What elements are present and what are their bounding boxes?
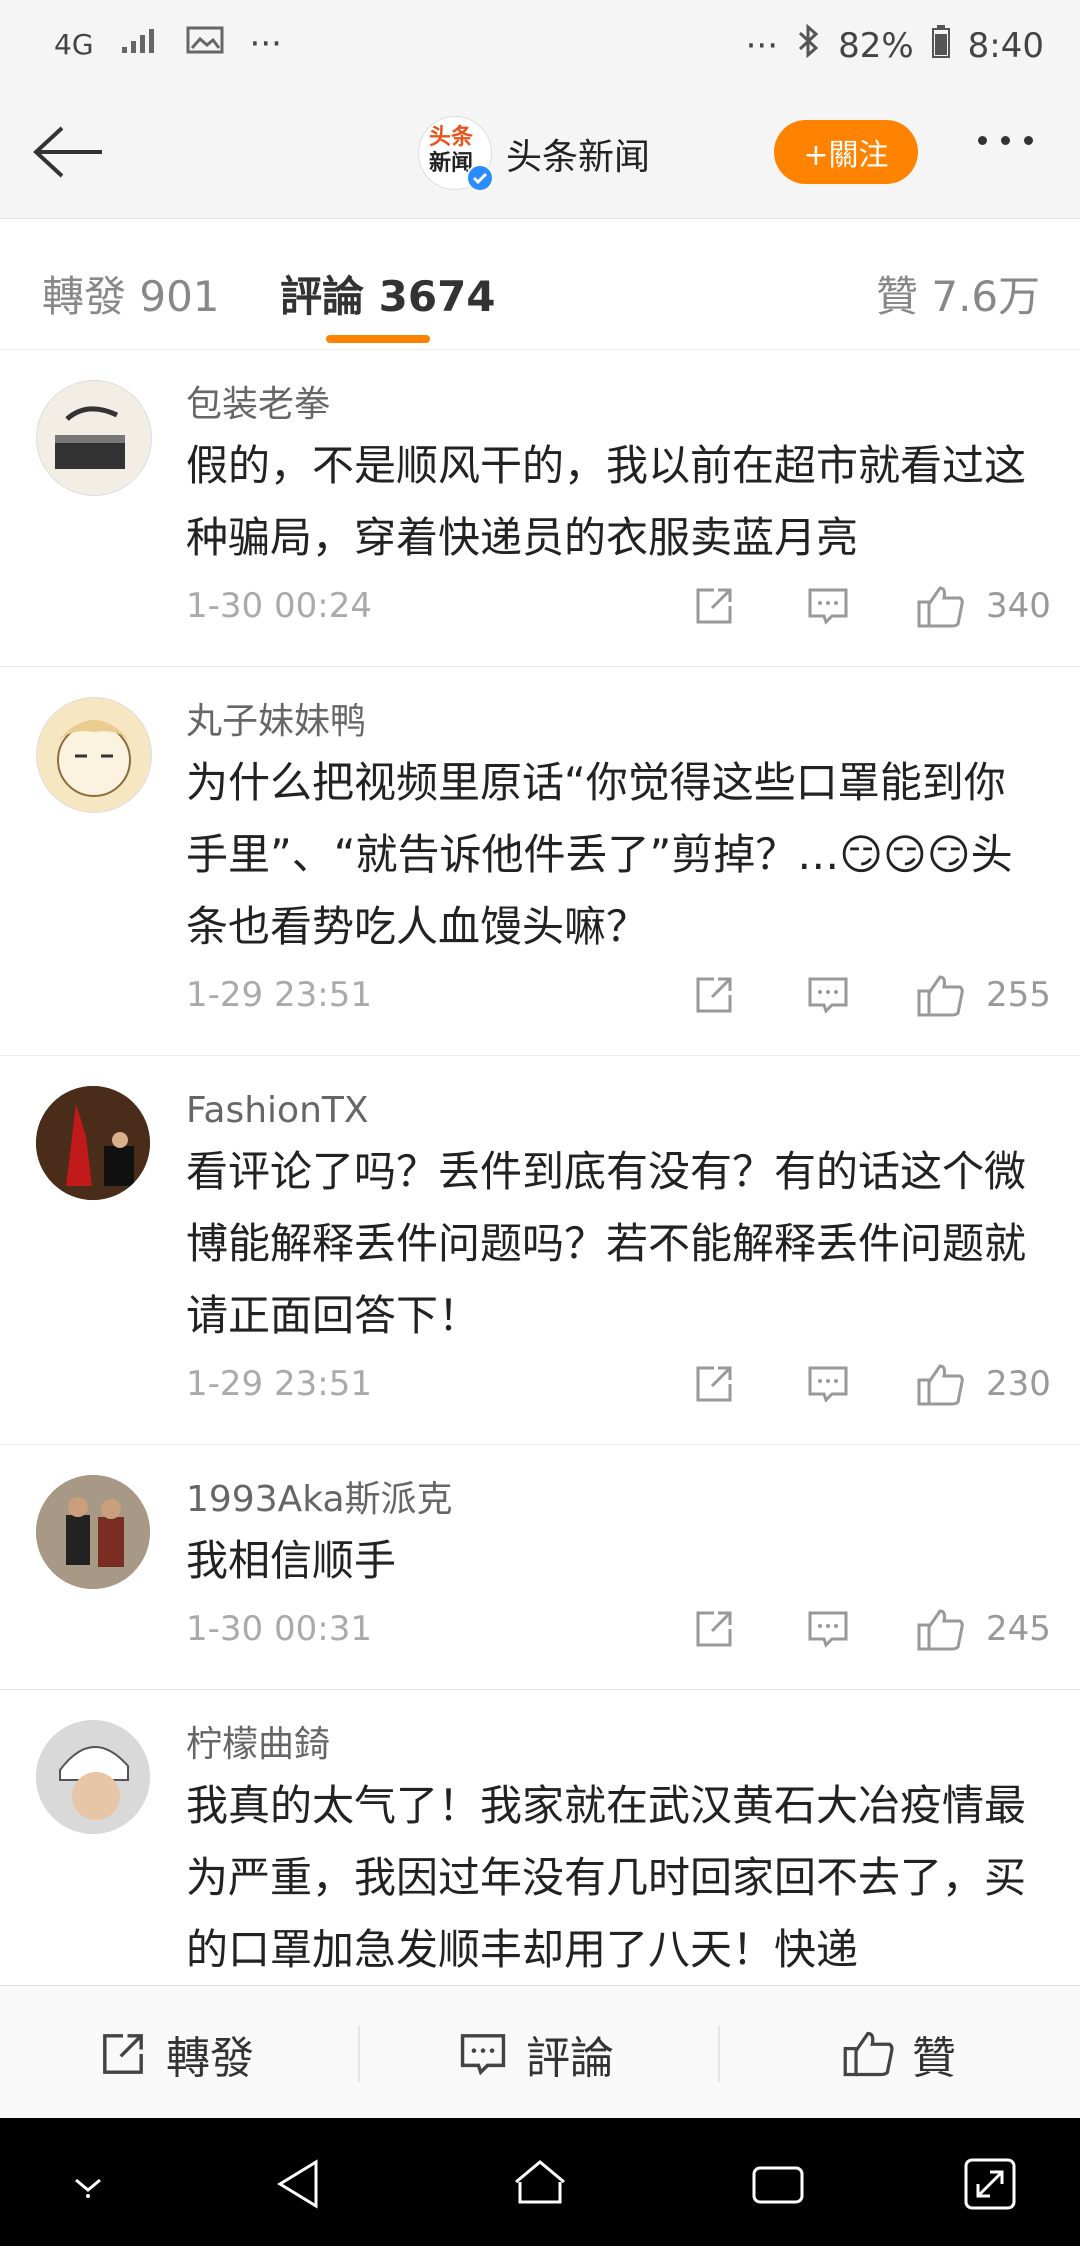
expand-icon (964, 2158, 1016, 2210)
like-count: 245 (986, 1609, 1051, 1649)
top-nav-bar: 头条 新闻 头条新闻 +關注 (0, 90, 1080, 219)
recents-nav-button[interactable] (748, 2154, 808, 2214)
rotate-screen-button[interactable] (960, 2154, 1020, 2214)
reply-icon[interactable] (806, 1607, 850, 1660)
recents-icon (752, 2166, 804, 2204)
status-bar: 4G ··· ··· 82% 8:40 (0, 0, 1080, 90)
comment-item: 包装老拳 假的，不是顺风干的，我以前在超市就看过这种骗局，穿着快递员的衣服卖蓝月… (0, 350, 1080, 667)
back-triangle-icon (277, 2159, 318, 2209)
home-icon (515, 2160, 565, 2204)
avatar[interactable] (36, 380, 152, 496)
share-icon[interactable] (692, 973, 736, 1026)
like-count: 340 (986, 586, 1051, 626)
avatar[interactable] (36, 1720, 150, 1834)
comment-time: 1-30 00:31 (186, 1609, 372, 1649)
account-name[interactable]: 头条新闻 (506, 128, 650, 180)
comment-button[interactable]: 評論 (456, 2022, 614, 2086)
network-indicator: 4G (54, 27, 94, 61)
comment-author[interactable]: 丸子妹妹鸭 (186, 697, 1080, 747)
comment-author[interactable]: FashionTX (186, 1086, 1080, 1136)
comment-text: 为什么把视频里原话“你觉得这些口罩能到你手里”、“就告诉他件丢了”剪掉？…😏😏😏… (186, 758, 1013, 951)
avatar[interactable] (36, 1086, 150, 1200)
system-navigation-bar (0, 2118, 1080, 2246)
bluetooth-icon (796, 23, 820, 67)
like-label: 贊 (912, 2033, 956, 2084)
share-icon[interactable] (692, 584, 736, 637)
hide-keyboard-button[interactable] (58, 2154, 118, 2214)
dot-icon (1001, 136, 1010, 145)
repost-button[interactable]: 轉發 (96, 2022, 254, 2086)
follow-button[interactable]: +關注 (774, 120, 918, 184)
thumbs-up-icon (843, 2031, 894, 2077)
divider (718, 2026, 720, 2082)
like-icon[interactable] (916, 1362, 966, 1417)
more-notifications: ··· (249, 24, 282, 64)
share-icon[interactable] (692, 1607, 736, 1660)
dot-icon (978, 136, 987, 145)
comment-time: 1-29 23:51 (186, 975, 372, 1015)
back-nav-button[interactable] (270, 2154, 330, 2214)
comment-author[interactable]: 柠檬曲錡 (186, 1720, 1080, 1770)
signal-icon (120, 24, 160, 64)
chevron-down-icon (75, 2178, 101, 2198)
back-button[interactable] (28, 120, 108, 184)
gallery-icon (186, 24, 224, 64)
comment-text: 假的，不是顺风干的，我以前在超市就看过这种骗局，穿着快递员的衣服卖蓝月亮 (186, 441, 1027, 562)
comment-item: 1993Aka斯派克 我相信顺手 1-30 00:31 245 (0, 1445, 1080, 1690)
verified-badge-icon (466, 164, 494, 192)
more-status-dots: ··· (745, 25, 779, 66)
tab-bar: 轉發 901 評論 3674 贊 7.6万 (0, 219, 1080, 350)
avatar[interactable] (36, 697, 152, 813)
back-arrow-icon (33, 126, 102, 178)
like-icon[interactable] (916, 1607, 966, 1662)
comment-time: 1-29 23:51 (186, 1364, 372, 1404)
comment-item: 丸子妹妹鸭 为什么把视频里原话“你觉得这些口罩能到你手里”、“就告诉他件丢了”剪… (0, 667, 1080, 1056)
share-icon[interactable] (692, 1362, 736, 1415)
comment-text: 我相信顺手 (186, 1536, 397, 1585)
reply-icon[interactable] (806, 584, 850, 637)
repost-label: 轉發 (166, 2033, 254, 2084)
share-icon (103, 2034, 143, 2074)
divider (358, 2026, 360, 2082)
more-options-button[interactable] (978, 136, 1033, 145)
active-tab-indicator (326, 335, 430, 343)
comment-icon (460, 2034, 506, 2076)
comment-item: 柠檬曲錡 我真的太气了！我家就在武汉黄石大冶疫情最为严重，我因过年没有几时回家回… (0, 1690, 1080, 1984)
comment-time: 1-30 00:24 (186, 586, 372, 626)
tab-comments[interactable]: 評論 3674 (280, 263, 496, 324)
comment-list[interactable]: 包装老拳 假的，不是顺风干的，我以前在超市就看过这种骗局，穿着快递员的衣服卖蓝月… (0, 350, 1080, 1984)
like-icon[interactable] (916, 584, 966, 639)
battery-percent: 82% (838, 25, 914, 66)
tab-reposts[interactable]: 轉發 901 (42, 263, 220, 324)
comment-author[interactable]: 1993Aka斯派克 (186, 1475, 1080, 1525)
bottom-action-bar: 轉發 評論 贊 (0, 1985, 1080, 2118)
battery-icon (931, 24, 950, 67)
comment-author[interactable]: 包装老拳 (186, 380, 1080, 430)
home-nav-button[interactable] (510, 2154, 570, 2214)
tab-likes[interactable]: 贊 7.6万 (876, 263, 1040, 324)
reply-icon[interactable] (806, 973, 850, 1026)
dot-icon (1024, 136, 1033, 145)
like-count: 230 (986, 1364, 1051, 1404)
comment-label: 評論 (526, 2033, 614, 2084)
comment-item: FashionTX 看评论了吗？丢件到底有没有？有的话这个微博能解释丢件问题吗？… (0, 1056, 1080, 1445)
comment-text: 看评论了吗？丢件到底有没有？有的话这个微博能解释丢件问题吗？若不能解释丢件问题就… (186, 1147, 1027, 1340)
comment-text: 我真的太气了！我家就在武汉黄石大冶疫情最为严重，我因过年没有几时回家回不去了，买… (186, 1781, 1027, 1974)
like-button[interactable]: 贊 (842, 2022, 956, 2086)
logo-text-top: 头条 (429, 125, 474, 150)
like-icon[interactable] (916, 973, 966, 1028)
avatar[interactable] (36, 1475, 150, 1589)
reply-icon[interactable] (806, 1362, 850, 1415)
clock: 8:40 (967, 25, 1044, 66)
like-count: 255 (986, 975, 1051, 1015)
